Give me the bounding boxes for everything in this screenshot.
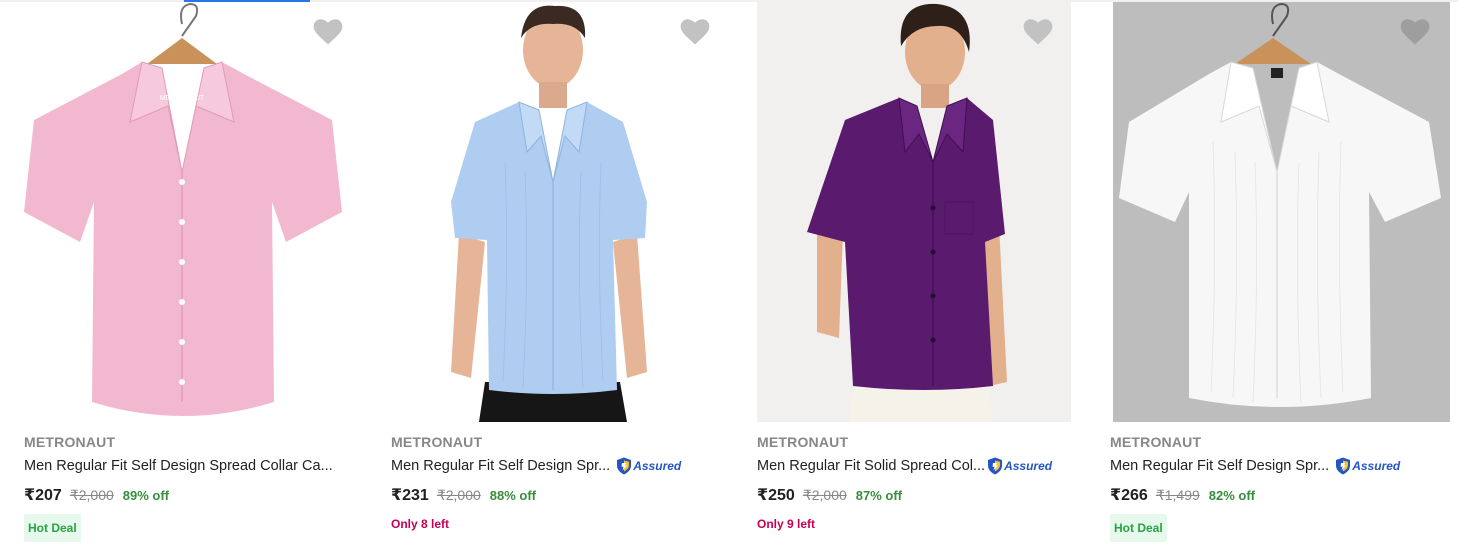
stock-note: Only 8 left: [391, 517, 450, 531]
original-price: ₹2,000: [436, 487, 481, 503]
discount-percent: 88% off: [489, 488, 537, 503]
assured-badge: Assured: [987, 457, 1052, 475]
product-card[interactable]: METRONAUT Men Regular Fit Self Design Sp…: [367, 2, 733, 545]
stock-note: Only 9 left: [757, 517, 816, 531]
product-brand: METRONAUT: [24, 434, 116, 450]
original-price: ₹1,499: [1155, 487, 1200, 503]
assured-badge: Assured: [616, 457, 681, 475]
assured-badge: Assured: [1335, 457, 1400, 475]
product-brand: METRONAUT: [391, 434, 483, 450]
product-card[interactable]: METRONAUT METRONAUT Men Regular Fit Self…: [0, 2, 367, 545]
assured-label: Assured: [1352, 459, 1401, 473]
selling-price: ₹250: [757, 487, 795, 504]
product-brand: METRONAUT: [1110, 434, 1202, 450]
product-grid: METRONAUT METRONAUT Men Regular Fit Self…: [0, 2, 1458, 545]
product-image[interactable]: [757, 2, 1071, 422]
assured-shield-icon: [1336, 457, 1351, 475]
price-row: ₹266 ₹1,499 82% off: [1110, 485, 1448, 505]
product-image[interactable]: [1113, 2, 1450, 422]
product-title[interactable]: Men Regular Fit Solid Spread Col...: [757, 456, 985, 476]
price-row: ₹231 ₹2,000 88% off: [391, 485, 723, 505]
discount-percent: 89% off: [122, 488, 170, 503]
assured-label: Assured: [633, 459, 682, 473]
wishlist-heart-icon[interactable]: [1023, 18, 1053, 46]
price-row: ₹250 ₹2,000 87% off: [757, 485, 1090, 505]
discount-percent: 87% off: [855, 488, 903, 503]
assured-shield-icon: [617, 457, 632, 475]
product-card[interactable]: METRONAUT Men Regular Fit Self Design Sp…: [1100, 2, 1458, 545]
product-info: METRONAUT Men Regular Fit Self Design Sp…: [391, 434, 723, 542]
assured-shield-icon: [988, 457, 1003, 475]
product-title[interactable]: Men Regular Fit Self Design Spr...: [1110, 456, 1329, 476]
product-image[interactable]: [415, 2, 685, 422]
price-row: ₹207 ₹2,000 89% off: [24, 485, 357, 505]
discount-percent: 82% off: [1208, 488, 1256, 503]
wishlist-heart-icon[interactable]: [313, 18, 343, 46]
product-title[interactable]: Men Regular Fit Self Design Spread Colla…: [24, 456, 333, 476]
product-image[interactable]: METRONAUT: [22, 2, 342, 422]
product-card[interactable]: METRONAUT Men Regular Fit Solid Spread C…: [733, 2, 1100, 545]
product-brand: METRONAUT: [757, 434, 849, 450]
product-info: METRONAUT Men Regular Fit Self Design Sp…: [1110, 434, 1448, 542]
original-price: ₹2,000: [69, 487, 114, 503]
brand-logo-text: METRONAUT: [160, 95, 205, 102]
wishlist-heart-icon[interactable]: [1400, 18, 1430, 46]
hot-deal-badge: Hot Deal: [1110, 514, 1167, 542]
selling-price: ₹231: [391, 487, 429, 504]
original-price: ₹2,000: [802, 487, 847, 503]
product-title[interactable]: Men Regular Fit Self Design Spr...: [391, 456, 610, 476]
selling-price: ₹207: [24, 487, 62, 504]
assured-label: Assured: [1004, 459, 1053, 473]
wishlist-heart-icon[interactable]: [680, 18, 710, 46]
product-info: METRONAUT Men Regular Fit Solid Spread C…: [757, 434, 1090, 542]
product-info: METRONAUT Men Regular Fit Self Design Sp…: [24, 434, 357, 542]
hot-deal-badge: Hot Deal: [24, 514, 81, 542]
selling-price: ₹266: [1110, 487, 1148, 504]
